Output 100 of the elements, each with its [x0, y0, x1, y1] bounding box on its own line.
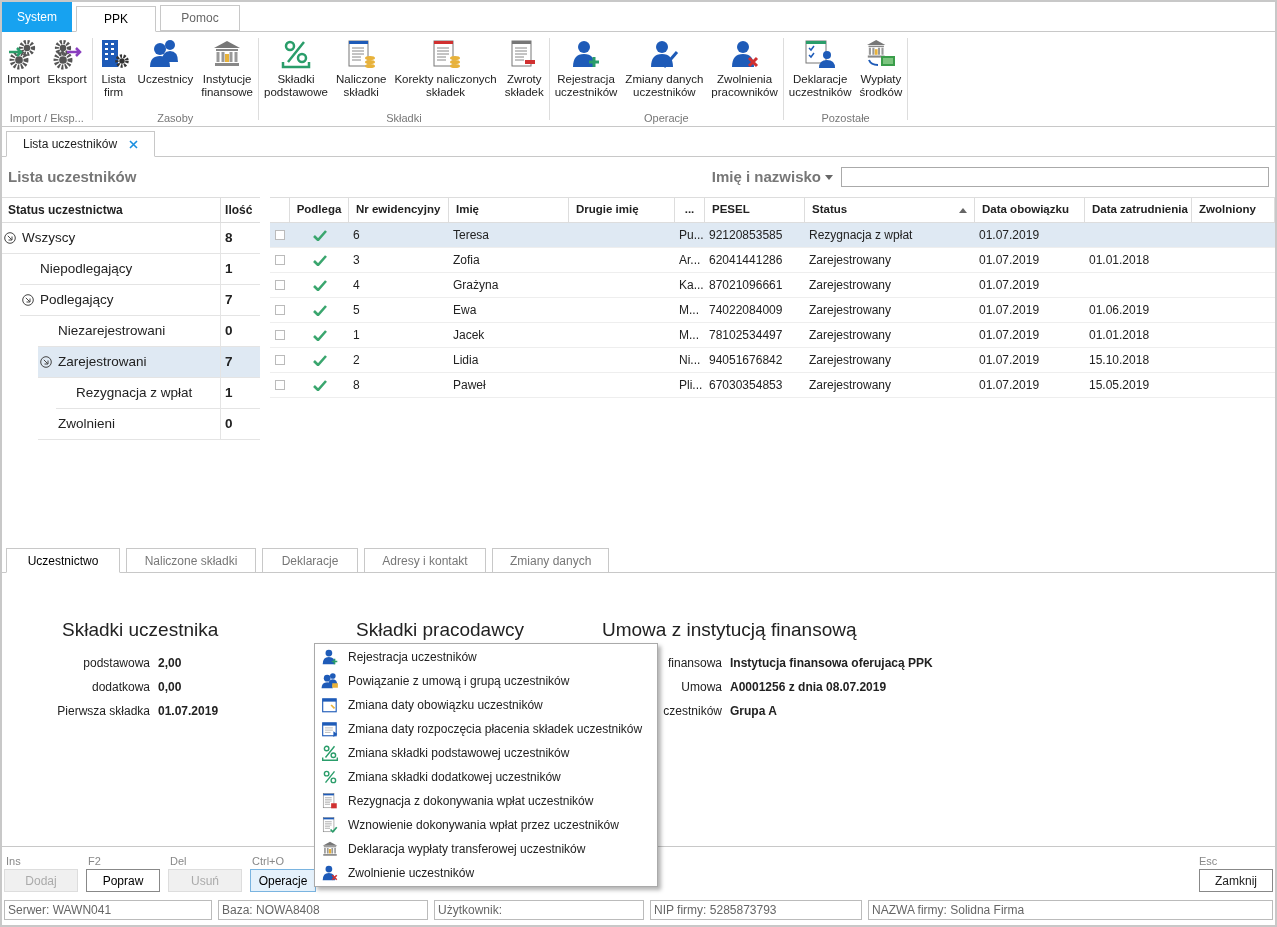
menu-item[interactable]: Zwolnienie uczestników	[315, 861, 657, 885]
search-field[interactable]	[841, 167, 1269, 187]
column-header[interactable]: Drugie imię	[569, 198, 675, 222]
ribbon-group-label: Składki	[385, 111, 423, 124]
table-cell-text: Rezygnacja z wpłat	[809, 227, 913, 244]
status-field: NIP firmy: 5285873793	[650, 900, 862, 920]
shortcut-label: F2	[88, 854, 102, 869]
calendar-icon	[321, 696, 339, 714]
table-cell-text: M...	[679, 302, 699, 319]
count-cell: 0	[220, 409, 261, 440]
menu-item[interactable]: Wznowienie dokonywania wpłat przez uczestników	[315, 813, 657, 837]
count-cell: 7	[220, 285, 261, 316]
field-value: Grupa A	[730, 703, 777, 720]
ribbon-button[interactable]: Import	[4, 38, 43, 86]
menu-item[interactable]: Zmiana składki podstawowej uczestników	[315, 741, 657, 765]
tree-item[interactable]: Zarejestrowani	[38, 347, 221, 378]
ribbon-button[interactable]: Naliczone składki	[332, 38, 390, 99]
row-checkbox[interactable]	[275, 305, 285, 315]
section-heading: Składki uczestnika	[62, 619, 220, 641]
ribbon-button[interactable]: Instytucje finansowe	[198, 38, 256, 99]
ribbon-button[interactable]: Eksport	[44, 38, 90, 86]
column-header[interactable]: PESEL	[705, 198, 805, 222]
column-header[interactable]: Data obowiązku	[975, 198, 1085, 222]
expanded-icon[interactable]	[4, 232, 16, 244]
ribbon-tab[interactable]: Pomoc	[160, 5, 240, 31]
ribbon-button[interactable]: Zwroty składek	[501, 38, 547, 99]
column-header[interactable]: Imię	[449, 198, 569, 222]
people-icon	[321, 672, 339, 690]
table-cell-text: 74022084009	[709, 302, 783, 319]
menu-item[interactable]: Zmiana daty obowiązku uczestników	[315, 693, 657, 717]
field-label: czestników	[663, 703, 722, 720]
ribbon-button[interactable]: Zmiany danych uczestników	[622, 38, 707, 99]
document-coins-icon	[345, 38, 378, 70]
ribbon-button[interactable]: Zwolnienia pracowników	[708, 38, 781, 99]
ribbon-button[interactable]: Lista firm	[94, 38, 133, 99]
search-filter-label[interactable]: Imię i nazwisko	[711, 165, 821, 189]
table-cell-text: Zarejestrowany	[809, 377, 892, 394]
row-checkbox[interactable]	[275, 280, 285, 290]
row-checkbox[interactable]	[275, 380, 285, 390]
ribbon-button[interactable]: Składki podstawowe	[261, 38, 331, 99]
tree-item[interactable]: Zwolnieni	[38, 409, 221, 440]
tree-item[interactable]: Podlegający	[20, 285, 221, 316]
menu-item[interactable]: Rezygnacja z dokonywania wpłat uczestników	[315, 789, 657, 813]
shortcut-label: Del	[170, 854, 188, 869]
tree-item[interactable]: Rezygnacja z wpłat	[56, 378, 221, 409]
detail-tab[interactable]: Uczestnictwo	[6, 548, 120, 573]
menu-item[interactable]: Rejestracja uczestników	[315, 645, 657, 669]
count-cell: 8	[220, 223, 261, 254]
close-button[interactable]: Zamknij	[1199, 869, 1273, 892]
ribbon-button[interactable]: Wypłaty środków	[856, 38, 906, 99]
document-tab[interactable]: Lista uczestników	[6, 131, 156, 157]
row-checkbox[interactable]	[275, 355, 285, 365]
field-label: dodatkowa	[91, 679, 150, 696]
ribbon-tab[interactable]: PPK	[76, 6, 156, 32]
action-button[interactable]: Operacje	[250, 869, 316, 892]
ribbon-button[interactable]: Korekty naliczonych składek	[391, 38, 500, 99]
column-header: Status uczestnictwa	[7, 202, 124, 219]
row-checkbox[interactable]	[275, 230, 285, 240]
status-field: NAZWA firmy: Solidna Firma	[868, 900, 1273, 920]
ribbon-button[interactable]: Deklaracje uczestników	[785, 38, 855, 99]
table-cell-text: Ar...	[679, 252, 701, 269]
table-cell-text: Ka...	[679, 277, 704, 294]
menu-item[interactable]: Zmiana składki dodatkowej uczestników	[315, 765, 657, 789]
table-cell-text: Jacek	[453, 327, 485, 344]
column-header[interactable]: Data zatrudnienia	[1085, 198, 1192, 222]
tree-item[interactable]: Niepodlegający	[20, 254, 221, 285]
ribbon-button[interactable]: Rejestracja uczestników	[551, 38, 621, 99]
table-cell-text: 01.01.2018	[1089, 327, 1150, 344]
table-cell-text: 01.07.2019	[979, 277, 1040, 294]
table-cell-text: 94051676842	[709, 352, 783, 369]
column-header[interactable]: ...	[675, 198, 705, 222]
close-icon[interactable]	[129, 139, 139, 149]
table-cell-text: 15.10.2018	[1089, 352, 1150, 369]
person-pencil-icon	[648, 38, 681, 70]
row-checkbox[interactable]	[275, 255, 285, 265]
field-label: podstawowa	[83, 655, 150, 672]
column-header[interactable]: Nr ewidencyjny	[349, 198, 449, 222]
table-cell-text: 01.07.2019	[979, 227, 1040, 244]
detail-tab[interactable]: Zmiany danych	[492, 548, 610, 573]
column-header[interactable]: Podlega	[290, 198, 349, 222]
column-header[interactable]: Status	[805, 198, 975, 222]
caret-icon[interactable]	[825, 174, 833, 180]
expanded-icon[interactable]	[40, 356, 52, 368]
row-checkbox[interactable]	[275, 330, 285, 340]
menu-item[interactable]: Deklaracja wypłaty transferowej uczestników	[315, 837, 657, 861]
menu-item[interactable]: Powiązanie z umową i grupą uczestników	[315, 669, 657, 693]
column-header[interactable]: Zwolniony	[1192, 198, 1275, 222]
detail-tab[interactable]: Deklaracje	[262, 548, 358, 573]
table-cell-text: Pli...	[679, 377, 703, 394]
table-cell-text: 92120853585	[709, 227, 783, 244]
ribbon-button[interactable]: Uczestnicy	[134, 38, 197, 86]
tree-item[interactable]: Wszyscy	[2, 223, 221, 254]
expanded-icon[interactable]	[22, 294, 34, 306]
menu-item[interactable]: Zmiana daty rozpoczęcia płacenia składek uczestników	[315, 717, 657, 741]
table-cell-text: 8	[353, 377, 360, 394]
action-button[interactable]: Popraw	[86, 869, 160, 892]
field-value: A0001256 z dnia 08.07.2019	[730, 679, 887, 696]
detail-tab[interactable]: Adresy i kontakt	[364, 548, 486, 573]
table-row[interactable]: 6 Teresa Pu... 92120853585 Rezygnacja z wpłat 01.07.2019	[270, 223, 1275, 248]
detail-tab[interactable]: Naliczone składki	[126, 548, 256, 573]
